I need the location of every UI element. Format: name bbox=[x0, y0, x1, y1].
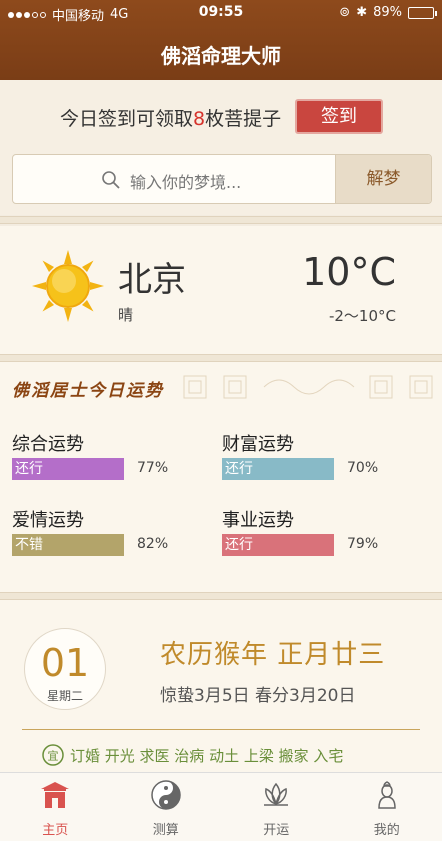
temple-icon bbox=[41, 782, 70, 808]
pattern-decoration bbox=[183, 375, 433, 399]
divider bbox=[0, 354, 442, 362]
fortune-bar: 还行 bbox=[222, 534, 334, 556]
status-bar: 中国移动 4G 09:55 ⊚ ✱ 89% bbox=[0, 0, 442, 26]
search-icon bbox=[102, 171, 120, 189]
divider bbox=[22, 729, 420, 730]
fortune-label: 爱情运势 bbox=[12, 510, 84, 531]
tab-label: 测算 bbox=[152, 823, 179, 838]
weather-city: 北京 bbox=[118, 260, 186, 300]
signin-count: 8 bbox=[193, 108, 206, 130]
fortune-percent: 79% bbox=[347, 536, 379, 552]
tab-label: 我的 bbox=[373, 823, 400, 838]
fortune-percent: 77% bbox=[137, 460, 169, 476]
signin-text-before: 今日签到可领取 bbox=[60, 108, 194, 130]
dream-search-box[interactable]: 输入你的梦境... 解梦 bbox=[12, 154, 432, 204]
fortune-overall: 综合运势 还行 77% bbox=[12, 430, 168, 480]
weather-card[interactable]: 北京 晴 10°C -2～10°C bbox=[0, 226, 442, 354]
fortune-title: 佛滔居士今日运势 bbox=[12, 381, 164, 401]
fortune-bar: 还行 bbox=[222, 458, 334, 480]
divider bbox=[0, 216, 442, 224]
divider bbox=[0, 592, 442, 600]
bluetooth-icon: ✱ bbox=[356, 5, 368, 20]
tab-divination[interactable]: 测算 bbox=[111, 773, 222, 841]
fortune-label: 事业运势 bbox=[222, 510, 294, 531]
signin-prompt: 今日签到可领取8枚菩提子 bbox=[60, 104, 281, 131]
tab-label: 开运 bbox=[263, 823, 290, 838]
fortune-label: 财富运势 bbox=[222, 434, 294, 455]
yi-icon: 宜 bbox=[42, 744, 64, 766]
auspicious-activities: 宜 订婚 开光 求医 治病 动土 上梁 搬家 入宅 bbox=[42, 744, 343, 766]
interpret-dream-button[interactable]: 解梦 bbox=[335, 155, 431, 203]
weather-temperature: 10°C bbox=[302, 250, 396, 294]
yin-yang-icon bbox=[151, 780, 181, 810]
weekday-label: 星期二 bbox=[46, 689, 83, 703]
svg-text:宜: 宜 bbox=[48, 749, 59, 763]
battery-percent: 89% bbox=[373, 5, 402, 20]
signin-button[interactable]: 签到 bbox=[295, 99, 383, 134]
solar-terms: 惊蛰3月5日 春分3月20日 bbox=[160, 686, 356, 706]
tab-profile[interactable]: 我的 bbox=[332, 773, 442, 841]
fortune-love: 爱情运势 不错 82% bbox=[12, 506, 168, 556]
fortune-wealth: 财富运势 还行 70% bbox=[222, 430, 378, 480]
tab-bar: 主页 测算 开运 我的 bbox=[0, 772, 442, 841]
page-title: 佛滔命理大师 bbox=[161, 44, 281, 68]
tab-home[interactable]: 主页 bbox=[0, 773, 111, 841]
weather-condition: 晴 bbox=[118, 306, 134, 324]
lunar-date: 农历猴年 正月廿三 bbox=[160, 640, 386, 670]
fortune-card[interactable]: 佛滔居士今日运势 综合运势 还行 77% 财富运势 还行 70% 爱情运势 不错… bbox=[0, 362, 442, 592]
fortune-bar: 不错 bbox=[12, 534, 124, 556]
signin-text-after: 枚菩提子 bbox=[205, 108, 282, 130]
tab-fortune[interactable]: 开运 bbox=[221, 773, 332, 841]
fortune-percent: 82% bbox=[137, 536, 169, 552]
fortune-bar: 还行 bbox=[12, 458, 124, 480]
date-badge: 01 星期二 bbox=[24, 628, 106, 710]
auspicious-list: 订婚 开光 求医 治病 动土 上梁 搬家 入宅 bbox=[70, 746, 344, 765]
fortune-percent: 70% bbox=[347, 460, 379, 476]
app-header: 中国移动 4G 09:55 ⊚ ✱ 89% 佛滔命理大师 bbox=[0, 0, 442, 80]
sun-icon bbox=[32, 250, 104, 322]
fortune-label: 综合运势 bbox=[12, 434, 84, 455]
fortune-career: 事业运势 还行 79% bbox=[222, 506, 378, 556]
calendar-card[interactable]: 01 星期二 农历猴年 正月廿三 惊蛰3月5日 春分3月20日 宜 订婚 开光 … bbox=[0, 600, 442, 772]
buddha-icon bbox=[377, 781, 396, 809]
battery-icon bbox=[408, 6, 437, 19]
search-input[interactable]: 输入你的梦境... bbox=[130, 169, 241, 193]
tab-label: 主页 bbox=[42, 823, 69, 838]
weather-range: -2～10°C bbox=[328, 307, 396, 325]
signin-section: 今日签到可领取8枚菩提子 签到 输入你的梦境... 解梦 bbox=[0, 80, 442, 215]
day-number: 01 bbox=[40, 641, 90, 685]
lotus-icon bbox=[264, 782, 289, 806]
rotation-lock-icon: ⊚ bbox=[339, 5, 351, 20]
